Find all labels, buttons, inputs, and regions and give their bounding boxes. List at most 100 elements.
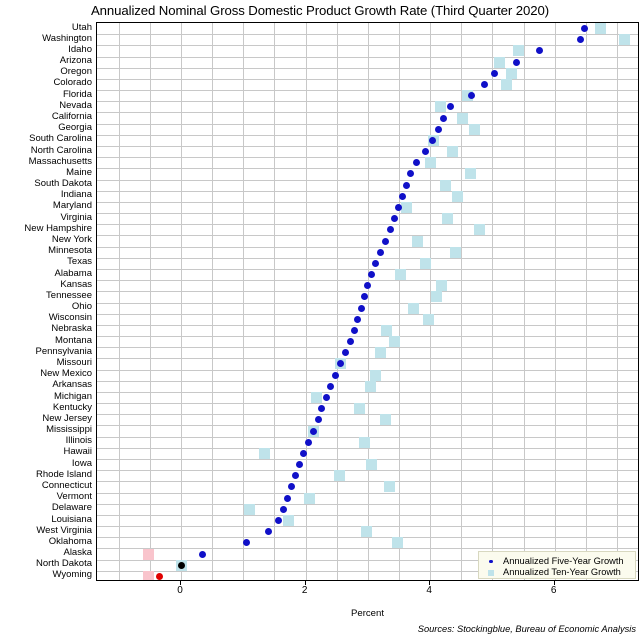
data-point-five-year bbox=[346, 338, 354, 346]
gridline-horizontal bbox=[97, 492, 638, 494]
gridline-horizontal bbox=[97, 336, 638, 338]
data-point-ten-year bbox=[392, 537, 404, 549]
gridline-horizontal bbox=[97, 235, 638, 237]
gridline-horizontal bbox=[97, 101, 638, 103]
data-point-ten-year bbox=[379, 414, 391, 426]
data-point-five-year bbox=[577, 36, 585, 44]
gridline-vertical bbox=[181, 23, 183, 580]
y-axis-tick-label: Illinois bbox=[65, 435, 92, 447]
data-point-five-year bbox=[381, 237, 389, 245]
data-point-ten-year bbox=[452, 190, 464, 202]
gridline-horizontal bbox=[97, 34, 638, 36]
legend-label-ten-year: Annualized Ten-Year Growth bbox=[503, 567, 621, 577]
data-point-ten-year bbox=[282, 515, 294, 526]
x-axis-tick-label: 6 bbox=[550, 585, 557, 596]
gridline-vertical bbox=[461, 23, 463, 580]
plot-area bbox=[96, 22, 639, 581]
y-axis-tick-label: Delaware bbox=[51, 502, 92, 514]
y-axis-tick-label: Wisconsin bbox=[48, 312, 92, 324]
data-point-ten-year bbox=[369, 369, 381, 381]
y-axis-tick-label: New Hampshire bbox=[24, 222, 92, 234]
data-point-five-year bbox=[314, 416, 322, 424]
y-axis-tick-label: Montana bbox=[55, 334, 92, 346]
gridline-horizontal bbox=[97, 291, 638, 293]
data-point-five-year bbox=[364, 282, 372, 290]
data-point-ten-year bbox=[435, 280, 447, 292]
y-axis-tick-label: Nevada bbox=[59, 99, 92, 111]
y-axis-tick-label: Wyoming bbox=[52, 569, 92, 581]
data-point-ten-year bbox=[333, 470, 345, 482]
data-point-five-year bbox=[310, 427, 318, 435]
data-point-five-year bbox=[322, 394, 330, 402]
gridline-vertical bbox=[554, 23, 556, 580]
gridline-horizontal bbox=[97, 470, 638, 472]
gridline-horizontal bbox=[97, 246, 638, 248]
y-axis-tick-label: Tennessee bbox=[46, 289, 92, 301]
data-point-ten-year bbox=[374, 347, 386, 359]
data-point-ten-year bbox=[361, 526, 373, 538]
data-point-five-year bbox=[264, 528, 272, 536]
y-axis-tick-label: Vermont bbox=[56, 491, 92, 503]
gridline-horizontal bbox=[97, 313, 638, 315]
gridline-vertical bbox=[585, 23, 587, 580]
gridline-horizontal bbox=[97, 213, 638, 215]
y-axis-tick-label: Minnesota bbox=[48, 245, 92, 257]
data-point-five-year bbox=[242, 539, 250, 547]
gridline-horizontal bbox=[97, 324, 638, 326]
gridline-horizontal bbox=[97, 403, 638, 405]
data-point-ten-year bbox=[381, 324, 393, 336]
data-point-ten-year bbox=[447, 146, 459, 158]
y-axis-tick-label: Hawaii bbox=[63, 446, 92, 458]
x-axis-tick-label: 0 bbox=[177, 585, 183, 596]
x-axis-tick-label: 2 bbox=[301, 585, 308, 596]
data-point-five-year bbox=[354, 315, 362, 323]
data-point-ten-year bbox=[595, 23, 607, 35]
y-axis-tick-label: Nebraska bbox=[51, 323, 92, 335]
y-axis-tick-label: Alaska bbox=[63, 547, 92, 559]
gridline-horizontal bbox=[97, 347, 638, 349]
chart-legend: Annualized Five-Year Growth Annualized T… bbox=[478, 551, 636, 579]
y-axis-tick-label: New Jersey bbox=[42, 412, 92, 424]
gridline-horizontal bbox=[97, 145, 638, 147]
data-point-five-year bbox=[406, 170, 414, 178]
y-axis-tick-label: Georgia bbox=[58, 122, 92, 134]
data-point-ten-year bbox=[388, 336, 400, 348]
gridline-horizontal bbox=[97, 123, 638, 125]
y-axis-tick-label: California bbox=[51, 111, 92, 123]
data-point-ten-year bbox=[424, 157, 436, 169]
data-point-five-year bbox=[318, 405, 326, 413]
data-point-five-year bbox=[480, 80, 488, 88]
data-point-five-year bbox=[440, 114, 448, 122]
gridline-horizontal bbox=[97, 257, 638, 259]
data-point-ten-year bbox=[442, 213, 454, 225]
y-axis-tick-label: North Carolina bbox=[30, 144, 92, 156]
data-point-ten-year bbox=[434, 101, 446, 113]
y-axis-tick-label: Arkansas bbox=[52, 379, 92, 391]
gridline-horizontal bbox=[97, 302, 638, 304]
gridline-horizontal bbox=[97, 179, 638, 181]
data-point-five-year bbox=[490, 69, 498, 77]
y-axis-tick-label: Louisiana bbox=[51, 513, 92, 525]
gridline-vertical bbox=[523, 23, 525, 580]
data-point-five-year bbox=[535, 47, 543, 55]
data-point-five-year bbox=[155, 572, 163, 580]
y-axis-tick-label: Arizona bbox=[59, 55, 92, 67]
data-point-ten-year bbox=[439, 179, 451, 191]
data-point-ten-year bbox=[500, 78, 512, 90]
y-axis-tick-label: New Mexico bbox=[40, 368, 92, 380]
source-note: Sources: Stockingblue, Bureau of Economi… bbox=[417, 624, 636, 634]
y-axis-tick-label: Colorado bbox=[53, 77, 92, 89]
y-axis-tick-label: Washington bbox=[42, 32, 92, 44]
data-point-ten-year bbox=[244, 503, 256, 515]
data-point-ten-year bbox=[358, 436, 370, 448]
gridline-vertical bbox=[616, 23, 618, 580]
gridline-horizontal bbox=[97, 224, 638, 226]
y-axis-tick-label: Maine bbox=[66, 166, 92, 178]
data-point-ten-year bbox=[259, 447, 270, 459]
data-point-five-year bbox=[512, 58, 520, 66]
data-point-five-year bbox=[429, 136, 437, 144]
y-axis-tick-label: Florida bbox=[62, 88, 92, 100]
y-axis-tick-label: North Dakota bbox=[36, 558, 92, 570]
y-axis-tick-label: West Virginia bbox=[36, 524, 92, 536]
data-point-ten-year bbox=[311, 392, 323, 404]
